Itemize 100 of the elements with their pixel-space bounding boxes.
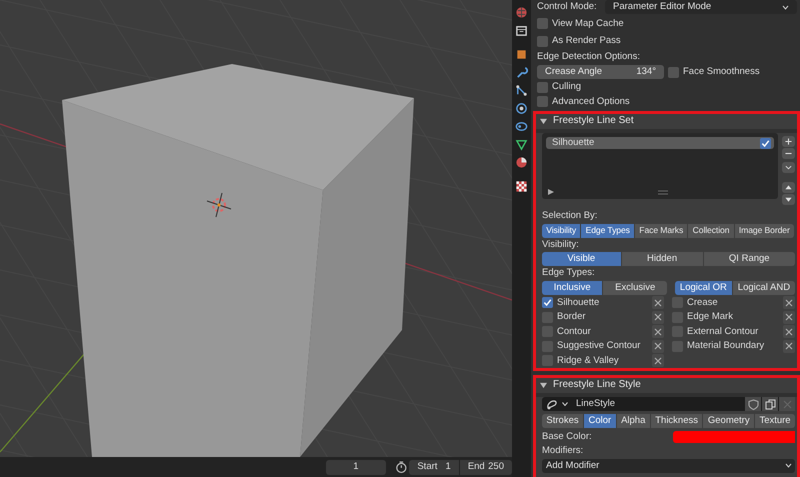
start-frame-field[interactable]: Start 1 [409, 460, 459, 474]
field-label: Base Color: [542, 432, 593, 442]
disclosure-triangle-icon[interactable] [540, 118, 547, 125]
3d-cursor-icon[interactable] [206, 192, 232, 218]
checker-icon[interactable] [515, 180, 528, 192]
chevron-down-icon [785, 463, 792, 468]
exclude-button[interactable] [652, 354, 664, 368]
field-label: Edge Types: [542, 268, 595, 278]
field-value: 250 [488, 462, 504, 472]
x-icon [785, 298, 793, 307]
square-icon[interactable] [515, 48, 528, 60]
sphere-icon[interactable] [515, 156, 528, 168]
checkbox-label: Advanced Options [552, 96, 630, 107]
field-label: Modifiers: [542, 446, 584, 456]
checkbox[interactable] [537, 36, 548, 47]
end-frame-field[interactable]: End 250 [460, 460, 512, 474]
toggle-button[interactable]: Collection [688, 224, 734, 238]
toggle-button[interactable]: Face Marks [635, 224, 688, 238]
field-label: Selection By: [542, 211, 598, 222]
x-icon [654, 298, 662, 307]
exclude-button[interactable] [783, 296, 795, 310]
triangle-up-icon [785, 184, 792, 191]
ring-icon[interactable] [515, 120, 528, 132]
tab[interactable]: Texture [755, 414, 796, 428]
orbit-icon[interactable] [515, 102, 528, 114]
slider-label: Crease Angle [545, 67, 602, 78]
toggle-button[interactable]: Visibility [542, 224, 580, 238]
x-icon [654, 328, 662, 336]
toggle-button[interactable]: Exclusive [603, 280, 667, 294]
add-button[interactable] [782, 136, 795, 147]
toggle-button[interactable]: QI Range [704, 252, 795, 266]
field-label: Start [417, 462, 438, 472]
globe-icon[interactable] [515, 6, 528, 18]
exclude-button[interactable] [652, 325, 664, 338]
dropdown-value: Add Modifier [546, 460, 600, 470]
checkbox-label: Edge Mark [687, 312, 733, 322]
disclosure-triangle-icon[interactable] [540, 382, 547, 389]
toggle-button[interactable]: Visible [542, 252, 621, 266]
tab[interactable]: Thickness [650, 414, 702, 428]
x-icon [654, 313, 662, 322]
wrench-icon[interactable] [515, 66, 528, 78]
move-up-button[interactable] [782, 182, 795, 193]
resize-grip-icon[interactable] [658, 190, 668, 194]
duplicate-button[interactable] [762, 397, 778, 411]
checkbox[interactable] [542, 297, 553, 308]
toggle-button[interactable]: Image Border [734, 224, 794, 238]
tab[interactable]: Geometry [703, 414, 754, 428]
slider-value: 134° [636, 67, 656, 78]
checkbox[interactable] [537, 82, 548, 93]
triangle-icon[interactable] [515, 138, 528, 150]
archive-box-icon[interactable] [515, 24, 528, 36]
toggle-button[interactable]: Edge Types [581, 224, 634, 238]
triangle-down-icon [785, 196, 792, 203]
exclude-button[interactable] [783, 340, 795, 353]
checkmark-icon [543, 298, 552, 308]
field-label: Visibility: [542, 240, 579, 250]
menu-button[interactable] [782, 162, 795, 173]
tab[interactable]: Strokes [542, 414, 584, 428]
toggle-button[interactable]: Logical AND [732, 280, 795, 294]
chevron-down-icon [785, 164, 792, 171]
chevron-down-icon [782, 4, 789, 10]
vertices-icon[interactable] [515, 84, 528, 96]
exclude-button[interactable] [783, 325, 795, 338]
fake-user-button[interactable] [745, 397, 761, 411]
toggle-button[interactable]: Logical OR [675, 280, 732, 294]
x-icon [785, 313, 793, 322]
field-label: Control Mode: [537, 2, 598, 12]
frame-field[interactable]: 1 [326, 460, 386, 474]
list-item[interactable]: Silhouette [546, 137, 774, 149]
filter-toggle-icon[interactable] [548, 189, 554, 195]
checkbox[interactable] [542, 355, 553, 366]
toggle-button[interactable]: Inclusive [542, 280, 602, 294]
item-name: Silhouette [552, 138, 594, 148]
crease-angle-field[interactable]: Crease Angle 134° [537, 65, 664, 80]
exclude-button[interactable] [783, 310, 795, 324]
move-down-button[interactable] [782, 194, 795, 205]
remove-button[interactable] [782, 148, 795, 159]
tab[interactable]: Alpha [616, 414, 650, 428]
tab[interactable]: Color [584, 414, 616, 428]
plus-icon [785, 138, 792, 145]
add-modifier-dropdown[interactable]: Add Modifier [542, 458, 795, 472]
checkbox[interactable] [668, 66, 679, 78]
checkbox[interactable] [537, 96, 548, 108]
stopwatch-icon[interactable] [394, 460, 408, 474]
color-swatch[interactable] [673, 430, 795, 442]
exclude-button[interactable] [652, 310, 664, 324]
checkbox[interactable] [760, 138, 771, 148]
checkbox-label: View Map Cache [552, 18, 624, 29]
checkbox[interactable] [537, 18, 548, 30]
toggle-button[interactable]: Hidden [622, 252, 703, 266]
mode-dropdown[interactable]: Parameter Editor Mode [605, 0, 797, 14]
checkbox-label: Contour [557, 326, 591, 337]
copy-icon [764, 398, 776, 410]
checkbox-label: Face Smoothness [683, 67, 760, 78]
exclude-button[interactable] [652, 296, 664, 310]
checkbox-label: Material Boundary [687, 341, 764, 352]
exclude-button[interactable] [652, 340, 664, 353]
x-icon [654, 342, 662, 350]
cube-drawing[interactable] [62, 64, 414, 457]
field-label: End [468, 462, 485, 472]
